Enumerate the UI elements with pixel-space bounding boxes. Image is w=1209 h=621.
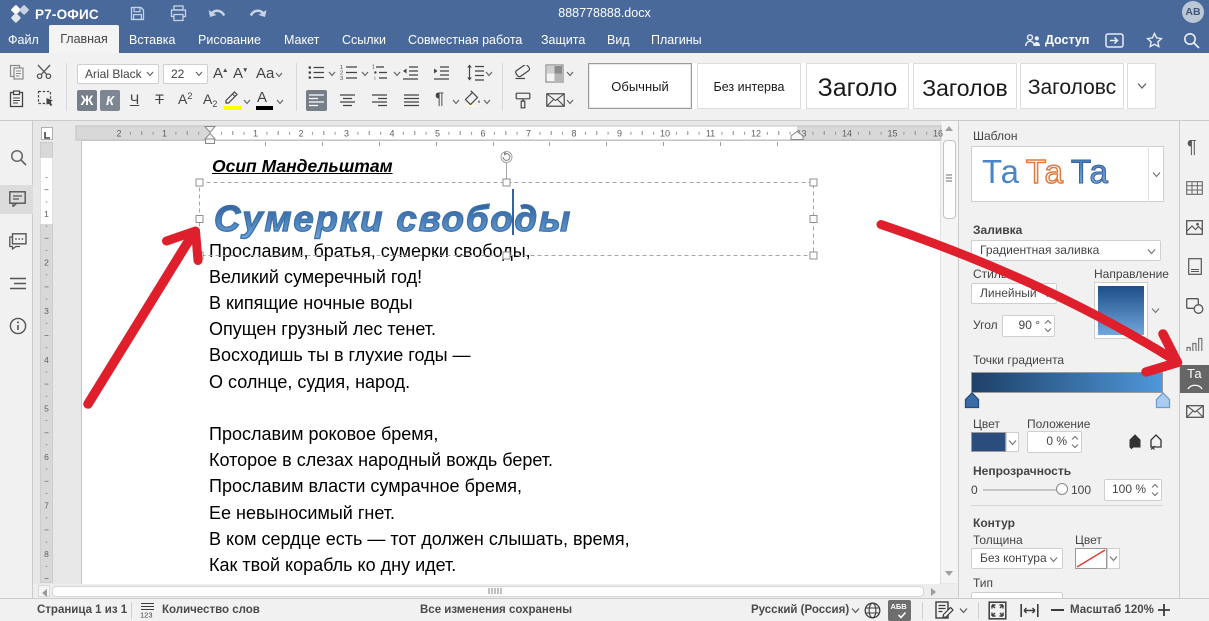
svg-text:16: 16 [933, 129, 943, 139]
svg-text:6: 6 [480, 129, 485, 139]
svg-text:123: 123 [140, 611, 153, 619]
svg-text:4: 4 [44, 355, 49, 365]
svg-text:12: 12 [751, 129, 761, 139]
svg-text:1: 1 [253, 129, 258, 139]
svg-text:3: 3 [344, 129, 349, 139]
svg-text:9: 9 [617, 129, 622, 139]
svg-text:1: 1 [44, 209, 49, 219]
svg-text:1: 1 [162, 129, 167, 139]
svg-text:10: 10 [660, 129, 670, 139]
svg-text:7: 7 [44, 501, 49, 511]
svg-text:8: 8 [571, 129, 576, 139]
svg-text:11: 11 [706, 129, 715, 139]
svg-text:3: 3 [44, 306, 49, 316]
svg-text:2: 2 [116, 129, 121, 139]
svg-text:6: 6 [44, 452, 49, 462]
svg-text:3: 3 [340, 76, 343, 80]
svg-text:i: i [374, 76, 375, 80]
svg-text:8: 8 [44, 549, 49, 559]
svg-text:2: 2 [44, 258, 49, 268]
svg-text:14: 14 [842, 129, 852, 139]
svg-text:5: 5 [435, 129, 440, 139]
svg-text:2: 2 [298, 129, 303, 139]
svg-text:5: 5 [44, 403, 49, 413]
svg-text:15: 15 [887, 129, 897, 139]
svg-text:1: 1 [372, 65, 375, 71]
svg-text:4: 4 [389, 129, 394, 139]
svg-text:7: 7 [526, 129, 531, 139]
